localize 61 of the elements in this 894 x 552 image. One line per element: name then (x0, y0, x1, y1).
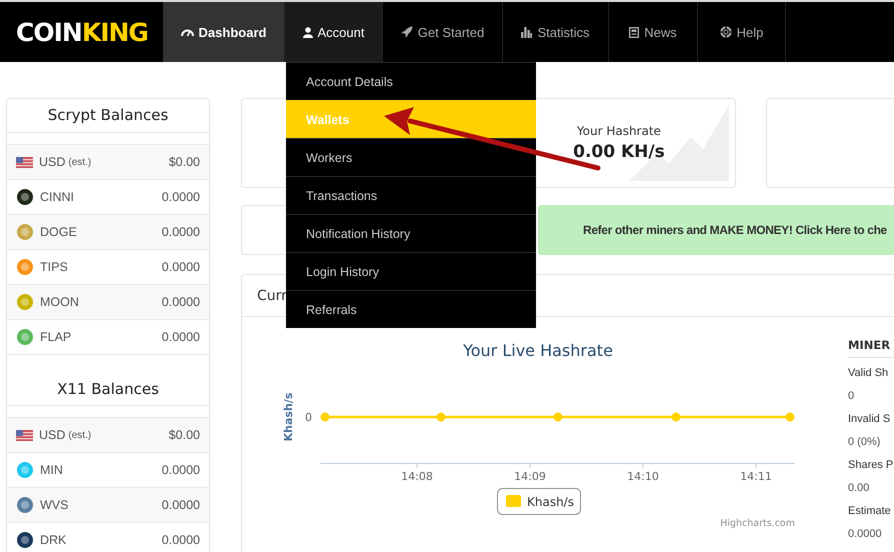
menu-item[interactable]: Workers (286, 138, 536, 176)
stats-heading: MINER (848, 338, 894, 358)
currency-name: DRK (40, 533, 66, 547)
menu-item[interactable]: Transactions (286, 176, 536, 214)
nav-icon (629, 26, 640, 38)
card-title: X11 Balances (7, 355, 209, 406)
currency-name: CINNI (40, 190, 74, 204)
currency-name: TIPS (40, 260, 68, 274)
balance-amount: $0.00 (168, 155, 200, 169)
tick-label: 14:09 (514, 470, 546, 483)
menu-item[interactable]: Login History (286, 252, 536, 290)
referral-banner[interactable]: Refer other miners and MAKE MONEY! Click Here to che (538, 205, 894, 255)
nav-icon (302, 26, 312, 38)
stat-value: 0.0000 (848, 527, 883, 542)
stat-value: 0 (0%) (848, 435, 882, 450)
tick-label: 14:08 (401, 470, 433, 483)
stat-label: Estimate (848, 504, 892, 519)
chart-legend[interactable]: Khash/s (497, 488, 581, 515)
currency-name: FLAP (40, 330, 72, 344)
balance-amount: $0.00 (168, 428, 200, 442)
flag-icon (16, 156, 33, 168)
balance-amount: 0.0000 (162, 295, 200, 309)
hashrate-label: Your Hashrate (576, 124, 661, 138)
axis-title: Khash/s (282, 392, 295, 442)
stat-label: Shares P (848, 458, 894, 473)
nav-icon (720, 26, 732, 38)
balance-amount: 0.0000 (162, 330, 200, 344)
tick-label: 0 (305, 411, 312, 424)
menu-item[interactable]: Notification History (286, 214, 536, 252)
card-title: Scrypt Balances (7, 99, 209, 133)
flag-icon (16, 430, 33, 440)
balance-amount: 0.0000 (162, 463, 200, 477)
currency-name: USD (39, 428, 66, 442)
balance-amount: 0.0000 (162, 260, 200, 274)
hashrate-value: 0.00 KH/s (573, 142, 665, 162)
nav-icon (400, 26, 413, 38)
stat-value: 0.00 (848, 481, 870, 496)
logo-text: KING (82, 20, 148, 44)
balance-amount: 0.0000 (162, 533, 200, 547)
nav-tab[interactable]: Dashboard (163, 2, 285, 62)
currency-name: USD (39, 155, 66, 169)
balance-amount: 0.0000 (162, 225, 200, 239)
balance-amount: 0.0000 (162, 190, 200, 204)
logo-text: COIN (16, 20, 82, 44)
currency-name: DOGE (40, 225, 77, 239)
stat-label: Invalid S (848, 412, 892, 427)
stat-label: Valid Sh (848, 366, 890, 381)
tick-label: 14:10 (627, 470, 659, 483)
menu-item[interactable]: Referrals (286, 290, 536, 328)
balance-amount: 0.0000 (162, 498, 200, 512)
nav-tab[interactable]: Account (285, 2, 383, 62)
currency-name: MOON (40, 295, 79, 309)
estimate-note: (est.) (68, 156, 92, 168)
nav-icon (180, 27, 194, 37)
currency-name: WVS (40, 498, 68, 512)
nav-icon (521, 26, 532, 38)
stat-value: 0 (848, 389, 856, 404)
chart-title: Your Live Hashrate (463, 341, 613, 360)
tick-label: 14:11 (740, 470, 772, 483)
currency-name: MIN (40, 463, 63, 477)
estimate-note: (est.) (68, 430, 92, 440)
